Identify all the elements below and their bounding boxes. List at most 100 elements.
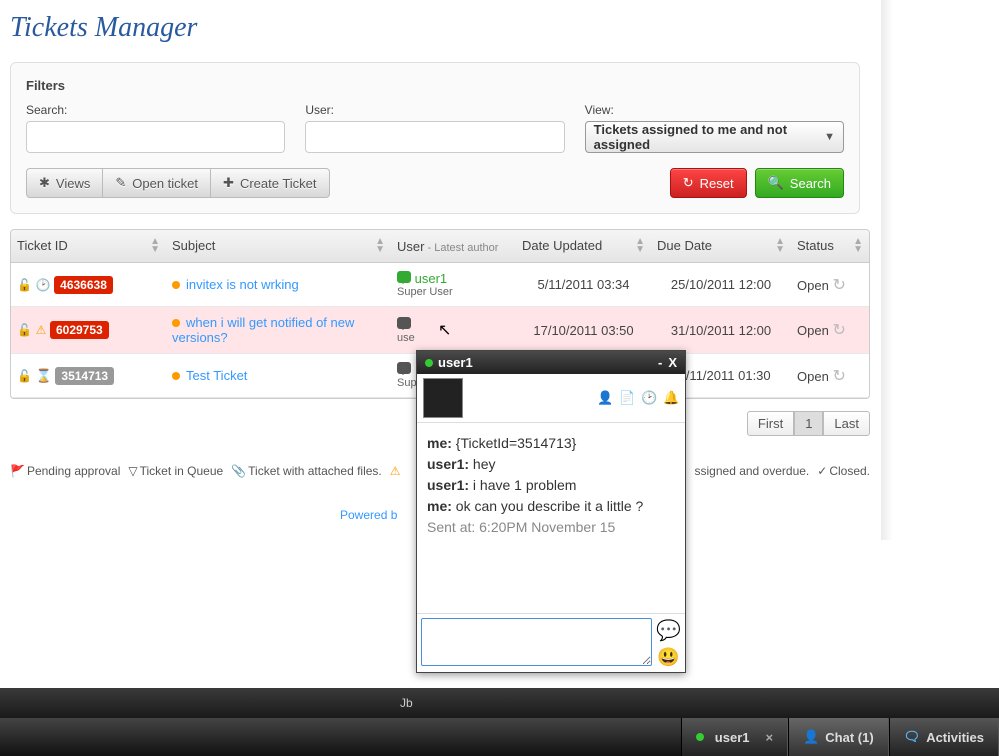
- col-user[interactable]: User - Latest author: [391, 230, 516, 263]
- subject-link[interactable]: invitex is not wrking: [186, 277, 299, 292]
- first-page-button[interactable]: First: [747, 411, 794, 436]
- user-input[interactable]: [305, 121, 564, 153]
- chat-messages: me: {TicketId=3514713}user1: heyuser1: i…: [417, 423, 685, 613]
- lock-icon: 🔓: [17, 278, 32, 292]
- lock-icon: 🔓: [17, 369, 32, 383]
- search-label: Search: [790, 176, 831, 191]
- refresh-icon[interactable]: ↻: [832, 368, 845, 385]
- col-date-updated[interactable]: Date Updated ▲▼: [516, 230, 651, 263]
- table-row[interactable]: 🔓 🕑 4636638invitex is not wrking user1Su…: [11, 263, 869, 307]
- date-updated: 5/11/2011 03:34: [516, 263, 651, 307]
- create-ticket-button[interactable]: ✚ Create Ticket: [210, 168, 330, 198]
- open-ticket-label: Open ticket: [132, 176, 198, 191]
- legend-queue: Ticket in Queue: [140, 464, 224, 478]
- legend-attached: Ticket with attached files.: [248, 464, 382, 478]
- legend-pending: Pending approval: [27, 464, 120, 478]
- subject-link[interactable]: Test Ticket: [186, 368, 247, 383]
- search-icon: 🔍: [768, 175, 784, 191]
- search-input[interactable]: [26, 121, 285, 153]
- taskbar-activities-label: Activities: [926, 730, 984, 745]
- history-icon[interactable]: 🕑: [641, 390, 657, 406]
- status-text: Open: [797, 369, 829, 384]
- status-text: Open: [797, 323, 829, 338]
- chat-text: hey: [473, 456, 496, 472]
- col-ticket-id[interactable]: Ticket ID▲▼: [11, 230, 166, 263]
- col-subject-label: Subject: [172, 238, 215, 253]
- chevron-down-icon: ▼: [824, 131, 835, 143]
- reset-label: Reset: [700, 176, 734, 191]
- user-role: Super User: [397, 286, 510, 298]
- pencil-icon: ✎: [115, 175, 126, 191]
- send-icon[interactable]: 💬: [656, 618, 681, 643]
- taskbar-activities-tab[interactable]: 🗨Activities: [889, 718, 999, 756]
- taskbar-user-label: user1: [715, 730, 750, 745]
- due-date: 25/10/2011 12:00: [651, 263, 791, 307]
- plus-icon: ✚: [223, 175, 234, 191]
- sort-icon: ▲▼: [375, 238, 385, 254]
- lock-icon: 🔓: [17, 323, 32, 337]
- col-due-date[interactable]: Due Date ▲▼: [651, 230, 791, 263]
- warning-icon: ⚠: [390, 464, 401, 478]
- user-label: User:: [305, 103, 564, 117]
- taskbar: user1 × 👤 Chat (1) 🗨Activities: [0, 718, 999, 756]
- taskbar-chat-label: Chat (1): [825, 730, 873, 745]
- page-1-button[interactable]: 1: [794, 411, 823, 436]
- chat-from: me:: [427, 435, 452, 451]
- sort-icon: ▲▼: [635, 238, 645, 254]
- legend-closed: Closed.: [829, 464, 870, 478]
- taskbar-user-tab[interactable]: user1 ×: [681, 718, 788, 756]
- chat-text: ok can you describe it a little ?: [456, 498, 644, 514]
- views-button[interactable]: ✱Views: [26, 168, 103, 198]
- chat-header[interactable]: user1 -X: [417, 351, 685, 374]
- reset-button[interactable]: ↻Reset: [670, 168, 747, 198]
- warning-icon: ⚠: [36, 323, 47, 337]
- close-icon[interactable]: ×: [766, 730, 774, 745]
- col-due-label: Due Date: [657, 238, 712, 253]
- view-select[interactable]: Tickets assigned to me and not assigned …: [585, 121, 844, 153]
- sort-icon: ▲▼: [853, 238, 863, 254]
- person-icon: 👤: [803, 729, 819, 745]
- bullet-icon: [172, 319, 180, 327]
- bell-icon[interactable]: 🔔: [663, 390, 679, 406]
- speech-icon: [397, 362, 411, 374]
- refresh-icon[interactable]: ↻: [832, 322, 845, 339]
- sort-icon: ▲▼: [775, 238, 785, 254]
- chat-from: user1:: [427, 477, 469, 493]
- taskbar-chat-tab[interactable]: 👤 Chat (1): [788, 718, 889, 756]
- user-link[interactable]: user1: [415, 271, 448, 286]
- chat-toolbar: 👤 📄 🕑 🔔: [417, 374, 685, 423]
- ticket-id-badge: 4636638: [54, 276, 113, 294]
- chat-window: user1 -X 👤 📄 🕑 🔔 me: {TicketId=3514713}u…: [416, 350, 686, 673]
- bullet-icon: [172, 281, 180, 289]
- search-button[interactable]: 🔍 Search: [755, 168, 844, 198]
- refresh-icon[interactable]: ↻: [832, 277, 845, 294]
- add-user-icon[interactable]: 👤: [597, 390, 613, 406]
- col-subject[interactable]: Subject ▲▼: [166, 230, 391, 263]
- emoji-icon[interactable]: 😃: [657, 647, 679, 668]
- col-status[interactable]: Status▲▼: [791, 230, 869, 263]
- minimize-button[interactable]: -: [658, 355, 662, 370]
- create-ticket-label: Create Ticket: [240, 176, 317, 191]
- table-row[interactable]: 🔓 ⚠ 6029753when i will get notified of n…: [11, 307, 869, 354]
- gear-icon: ✱: [39, 175, 50, 191]
- filters-panel: Filters Search: User: View: Tickets assi…: [10, 62, 860, 214]
- search-label: Search:: [26, 103, 285, 117]
- legend-overdue: ssigned and overdue.: [695, 464, 810, 478]
- open-ticket-button[interactable]: ✎ Open ticket: [102, 168, 211, 198]
- bullet-icon: [172, 372, 180, 380]
- clip-icon: 📎: [231, 464, 246, 478]
- file-send-icon[interactable]: 📄: [619, 390, 635, 406]
- close-button[interactable]: X: [668, 355, 677, 370]
- scrollbar[interactable]: [881, 0, 893, 540]
- footer-bar: Jb: [0, 688, 999, 718]
- col-user-label: User: [397, 239, 424, 254]
- speech-icon: [397, 317, 411, 329]
- col-user-sub: - Latest author: [424, 242, 498, 254]
- page-title: Tickets Manager: [0, 0, 999, 62]
- chat-input[interactable]: [421, 618, 652, 666]
- subject-link[interactable]: when i will get notified of new versions…: [172, 315, 354, 345]
- funnel-icon: ▽: [128, 464, 137, 478]
- chat-title: user1: [438, 355, 473, 370]
- col-date-label: Date Updated: [522, 238, 602, 253]
- last-page-button[interactable]: Last: [823, 411, 870, 436]
